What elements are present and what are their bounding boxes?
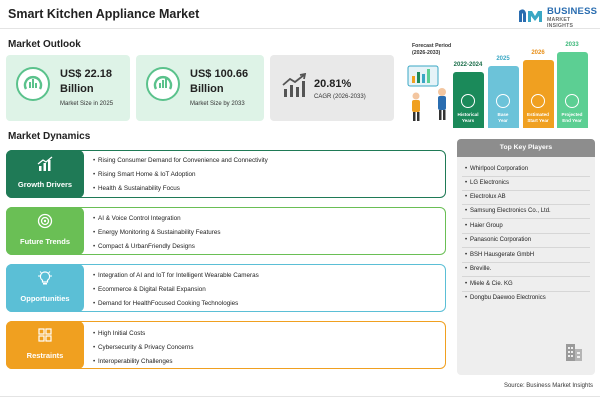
forecast-period-title: Forecast Period (2026-2033) <box>412 43 452 56</box>
history-icon <box>461 94 475 108</box>
opportunities-label: Opportunities <box>20 294 70 303</box>
player-divider <box>462 291 590 292</box>
player-divider <box>462 218 590 219</box>
player-divider <box>462 247 590 248</box>
future-trend-item: Energy Monitoring & Sustainability Featu… <box>93 229 220 236</box>
player-divider <box>462 204 590 205</box>
page-title: Smart Kitchen Appliance Market <box>8 7 200 21</box>
bar-caption-base: Base Year <box>497 112 509 123</box>
cagr-card: 20.81% CAGR (2026-2033) <box>270 55 394 121</box>
bar-estimated: Estimated Start Year <box>523 60 554 128</box>
market-outlook-title: Market Outlook <box>8 39 81 50</box>
bar-caption-projected: Projected End Year <box>561 112 583 123</box>
bar-caption-estimated: Estimated Start Year <box>527 112 549 123</box>
chart-growth-icon <box>565 94 579 108</box>
logo-wordmark: BUSINESS <box>547 6 598 17</box>
opportunity-item: Demand for HealthFocused Cooking Technol… <box>93 300 238 307</box>
bar-label-historical: 2022-2024 <box>453 62 483 68</box>
key-players-title: Top Key Players <box>457 139 595 157</box>
restraint-item: Cybersecurity & Privacy Concerns <box>93 344 194 351</box>
player-item: Dongbu Daewoo Electronics <box>465 295 546 301</box>
bar-projected: Projected End Year <box>557 52 588 128</box>
header-divider <box>0 28 600 29</box>
market-size-2033-card: US$ 100.66 Billion Market Size by 2033 <box>136 55 264 121</box>
player-item: Miele & Cie. KG <box>465 281 513 287</box>
player-divider <box>462 190 590 191</box>
logo-mark-icon <box>519 9 542 22</box>
future-trends-label: Future Trends <box>19 237 70 246</box>
player-item: BSH Hausgerate GmbH <box>465 252 534 258</box>
opportunity-item: Integration of AI and IoT for Intelligen… <box>93 272 259 279</box>
market-size-icon <box>16 67 50 101</box>
brand-logo: BUSINESS MARKET INSIGHTS <box>518 5 598 29</box>
growth-drivers-tab: Growth Drivers <box>6 150 84 198</box>
opportunities-tab: Opportunities <box>6 264 84 312</box>
target-icon <box>37 213 53 229</box>
player-item: Haier Group <box>465 223 503 229</box>
restraints-tab: Restraints <box>6 321 84 369</box>
cagr-caption: CAGR (2026-2033) <box>314 94 366 100</box>
growth-driver-item: Rising Smart Home & IoT Adoption <box>93 171 196 178</box>
market-size-2025-value: US$ 22.18 Billion <box>60 68 112 95</box>
bar-historical: Historical Years <box>453 72 484 128</box>
bar-base: Base Year <box>488 66 519 128</box>
building-icon <box>566 344 582 361</box>
restraint-item: Interoperability Challenges <box>93 358 173 365</box>
future-trend-item: AI & Voice Control Integration <box>93 215 181 222</box>
puzzle-icon <box>38 328 52 342</box>
source-note: Source: Business Market Insights <box>503 383 593 389</box>
future-trends-tab: Future Trends <box>6 207 84 255</box>
market-dynamics-title: Market Dynamics <box>8 131 91 142</box>
player-item: Breville. <box>465 266 491 272</box>
player-item: LG Electronics <box>465 180 509 186</box>
player-divider <box>462 233 590 234</box>
player-divider <box>462 262 590 263</box>
lightbulb-icon <box>38 271 52 285</box>
cagr-growth-icon <box>282 73 307 97</box>
player-item: Electrolux AB <box>465 194 506 200</box>
player-item: Samsung Electronics Co., Ltd. <box>465 208 551 214</box>
bar-label-estimated: 2026 <box>531 50 545 56</box>
bar-label-base: 2025 <box>496 56 510 62</box>
market-size-2025-card: US$ 22.18 Billion Market Size in 2025 <box>6 55 130 121</box>
restraints-label: Restraints <box>26 351 64 360</box>
calculator-icon <box>531 94 545 108</box>
player-item: Whirlpool Corporation <box>465 166 528 172</box>
cagr-value: 20.81% <box>314 78 352 90</box>
bar-label-projected: 2033 <box>565 42 579 48</box>
market-size-2025-caption: Market Size in 2025 <box>60 101 114 107</box>
market-forecast-icon <box>146 67 180 101</box>
footer-divider <box>0 396 600 397</box>
player-divider <box>462 276 590 277</box>
growth-drivers-label: Growth Drivers <box>17 180 73 189</box>
bar-caption-historical: Historical Years <box>457 112 479 123</box>
market-size-2033-caption: Market Size by 2033 <box>190 101 245 107</box>
analyst-illustration <box>407 65 446 121</box>
player-divider <box>462 176 590 177</box>
future-trend-item: Compact & UrbanFriendly Designs <box>93 243 195 250</box>
opportunity-item: Ecommerce & Digital Retail Expansion <box>93 286 206 293</box>
calendar-icon <box>496 94 510 108</box>
growth-driver-item: Rising Consumer Demand for Convenience a… <box>93 157 268 164</box>
player-item: Panasonic Corporation <box>465 237 531 243</box>
restraint-item: High Initial Costs <box>93 330 145 337</box>
growth-driver-item: Health & Sustainability Focus <box>93 185 180 192</box>
growth-chart-icon <box>37 156 53 171</box>
market-size-2033-value: US$ 100.66 Billion <box>190 68 249 95</box>
